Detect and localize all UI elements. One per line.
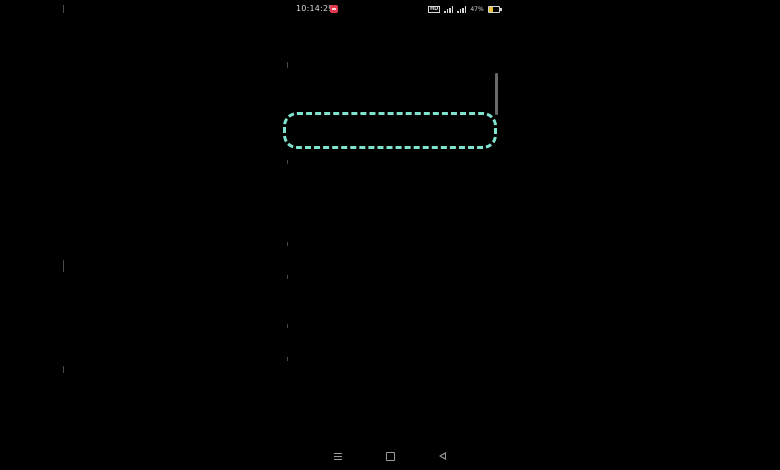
- left-edge-mark: [63, 260, 64, 272]
- back-button[interactable]: [434, 449, 450, 463]
- content-edge-mark: [287, 160, 288, 164]
- navigation-bar: [0, 442, 780, 470]
- phone-screen: 10:14:29 HD 47%: [0, 0, 780, 470]
- battery-percent: 47%: [470, 5, 484, 13]
- content-edge-mark: [287, 357, 288, 361]
- home-icon: [385, 451, 395, 461]
- scrollbar-thumb[interactable]: [495, 73, 498, 115]
- signal-icon-secondary: [457, 5, 467, 13]
- status-indicators: HD 47%: [428, 4, 502, 14]
- battery-fill: [488, 6, 494, 12]
- content-edge-mark: [287, 62, 288, 68]
- content-edge-mark: [287, 275, 288, 279]
- back-icon: [438, 452, 446, 460]
- notification-app-icon: [330, 5, 338, 13]
- signal-icon: [444, 5, 454, 13]
- status-bar: 10:14:29 HD 47%: [0, 0, 780, 20]
- network-hd-badge: HD: [428, 5, 441, 13]
- content-edge-mark: [287, 324, 288, 328]
- status-time: 10:14:29: [296, 4, 334, 13]
- battery-icon: [487, 5, 502, 13]
- content-edge-mark: [287, 242, 288, 246]
- menu-icon: [334, 452, 342, 460]
- recent-apps-button[interactable]: [330, 449, 346, 463]
- highlighted-input-field[interactable]: [283, 112, 497, 149]
- home-button[interactable]: [382, 449, 398, 463]
- left-edge-mark: [63, 366, 64, 373]
- left-edge-mark: [63, 5, 64, 13]
